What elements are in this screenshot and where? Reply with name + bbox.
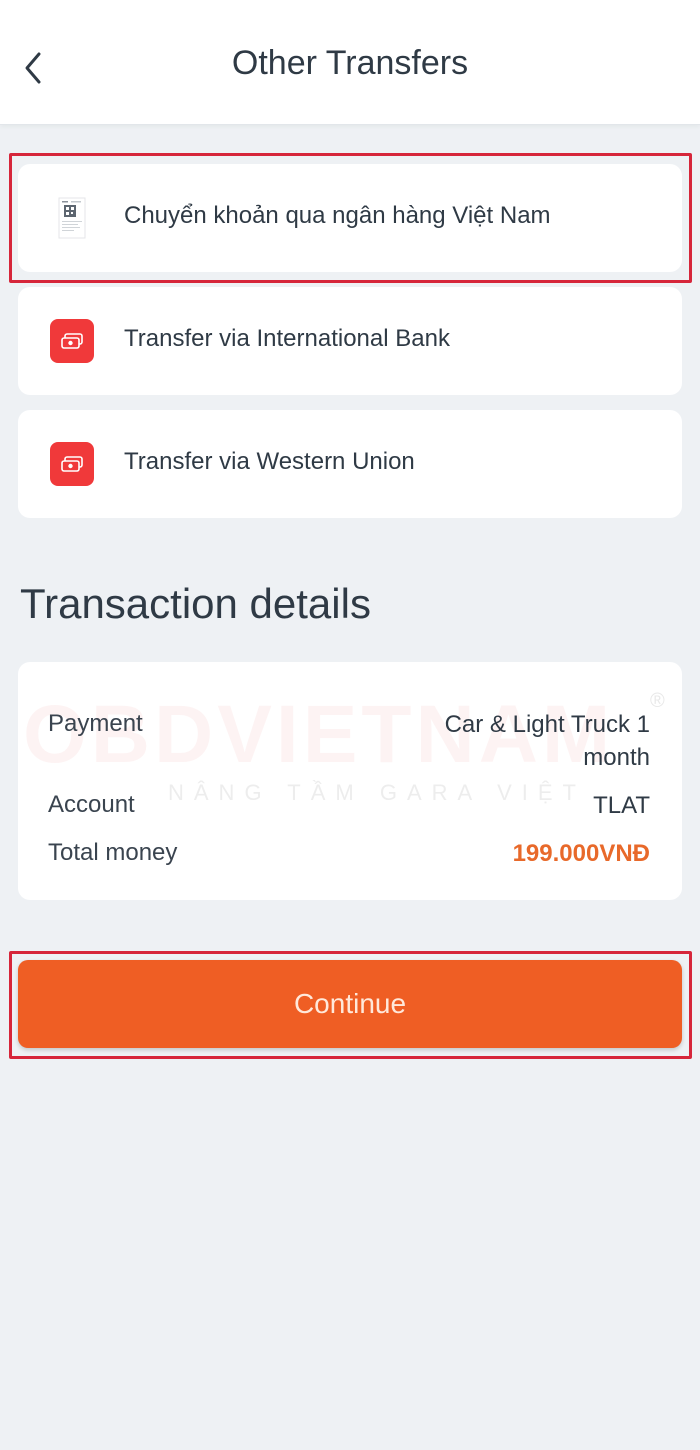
qr-document-icon bbox=[50, 196, 94, 240]
money-icon bbox=[50, 442, 94, 486]
transaction-details-card: OBDVIETNAM NÂNG TẦM GARA VIỆT ® Payment … bbox=[18, 662, 682, 900]
account-value: TLAT bbox=[593, 792, 650, 819]
continue-button[interactable]: Continue bbox=[18, 960, 682, 1048]
option-label: Transfer via International Bank bbox=[124, 325, 450, 352]
money-icon bbox=[50, 319, 94, 363]
page-title: Other Transfers bbox=[231, 44, 469, 82]
payment-label: Payment bbox=[48, 710, 143, 737]
app-header: Other Transfers bbox=[0, 0, 700, 125]
total-money-label: Total money bbox=[48, 839, 178, 866]
option-label: Transfer via Western Union bbox=[124, 448, 415, 475]
option-label: Chuyển khoản qua ngân hàng Việt Nam bbox=[124, 202, 551, 229]
payment-value: Car & Light Truck 1 month bbox=[444, 711, 650, 771]
total-money-value: 199.000VNĐ bbox=[512, 840, 650, 867]
option-international-bank[interactable]: Transfer via International Bank bbox=[18, 287, 682, 395]
account-label: Account bbox=[48, 791, 135, 818]
option-western-union[interactable]: Transfer via Western Union bbox=[18, 410, 682, 518]
watermark-registered: ® bbox=[650, 690, 665, 712]
option-vietnam-bank-transfer[interactable]: Chuyển khoản qua ngân hàng Việt Nam bbox=[18, 164, 682, 272]
transaction-details-title: Transaction details bbox=[20, 580, 371, 627]
